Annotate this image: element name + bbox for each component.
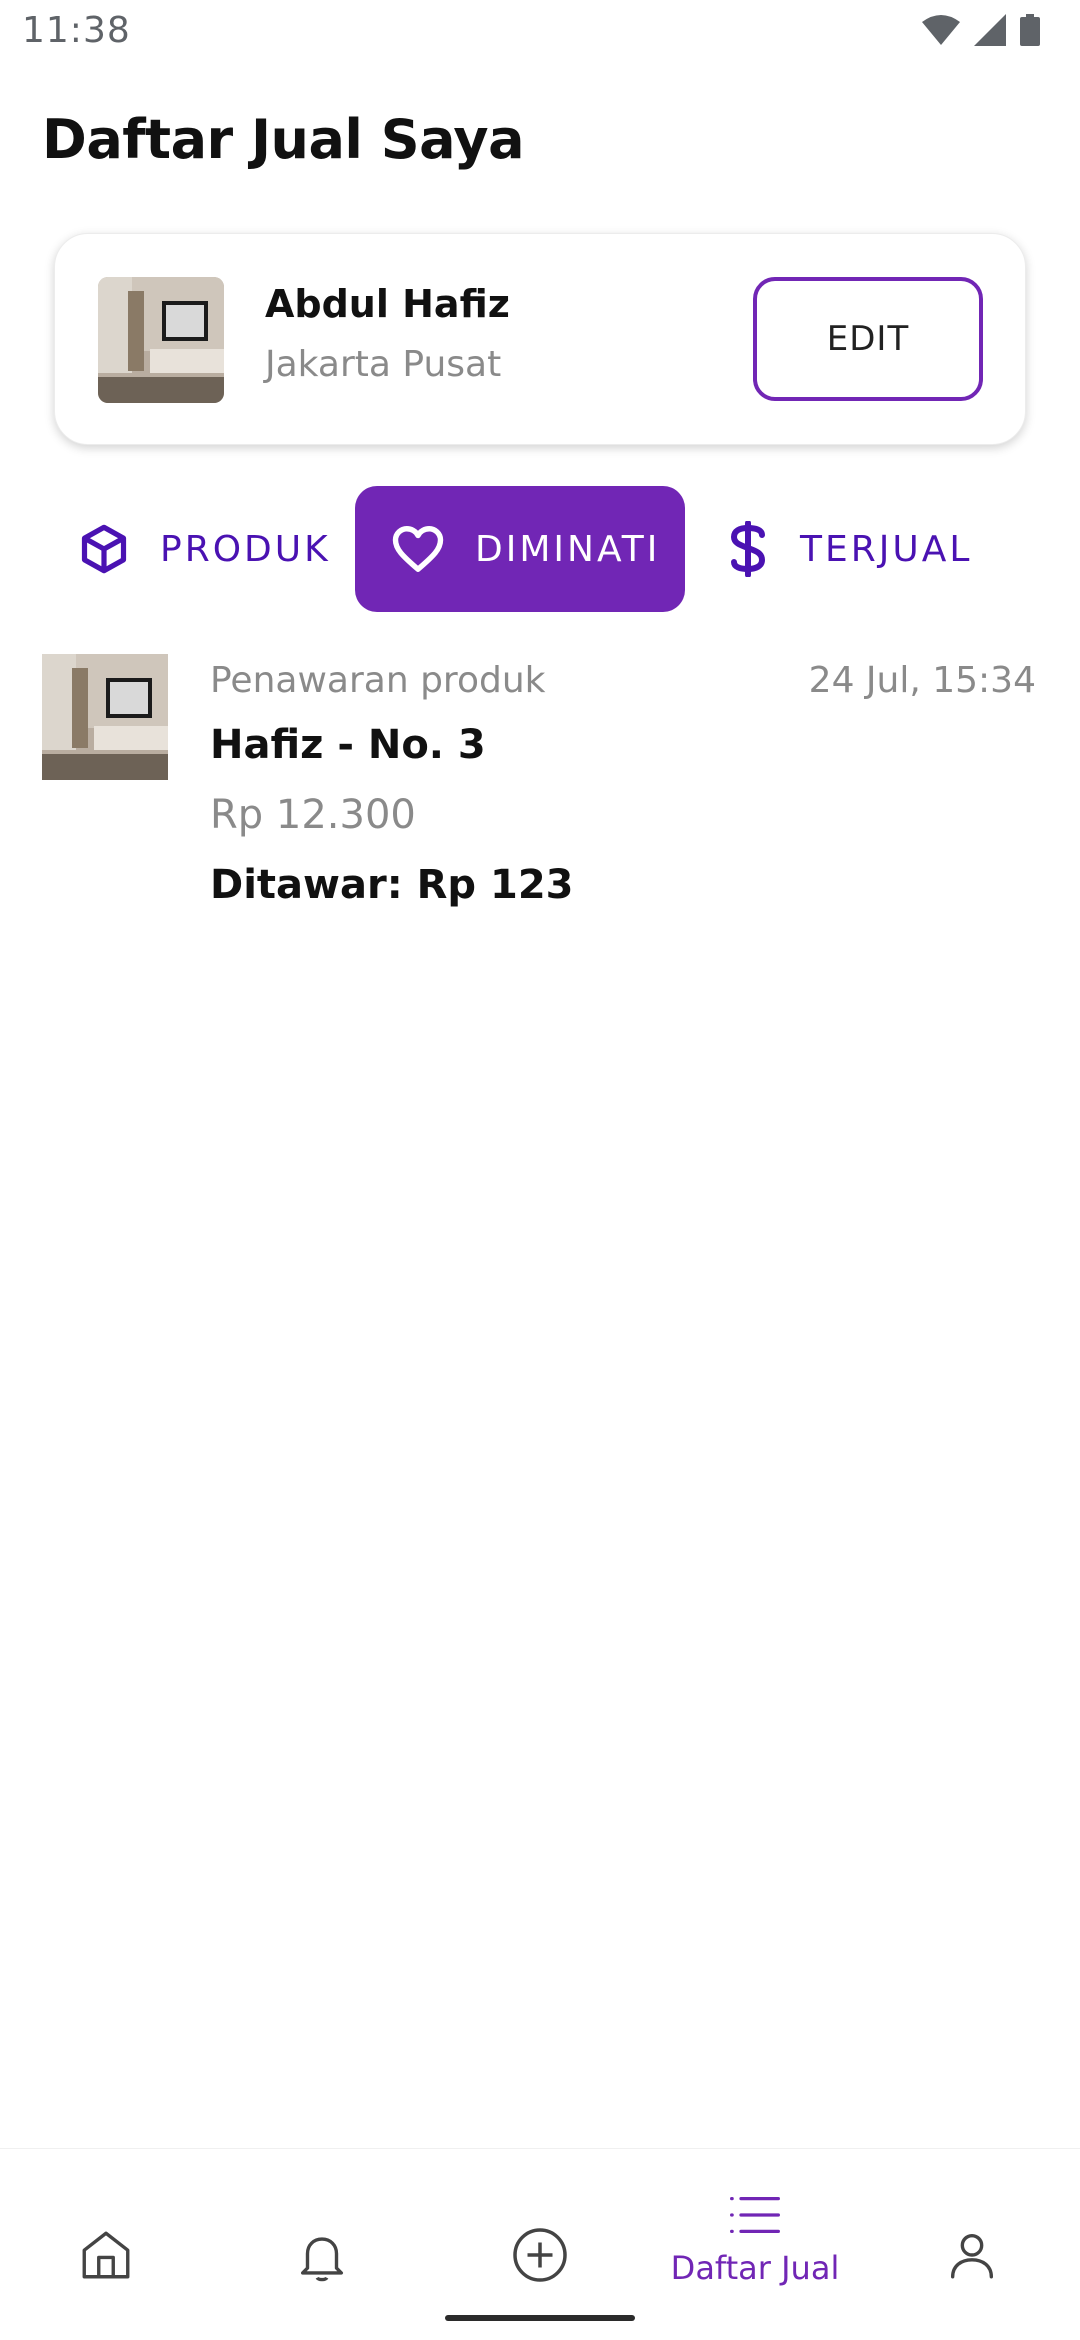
page-title: Daftar Jual Saya xyxy=(42,108,525,171)
offer-list-item[interactable]: Penawaran produk 24 Jul, 15:34 Hafiz - N… xyxy=(0,650,1080,920)
tab-produk-label: PRODUK xyxy=(160,528,331,570)
offer-price: Rp 12.300 xyxy=(210,792,416,838)
seller-city: Jakarta Pusat xyxy=(265,344,502,385)
offer-type: Penawaran produk xyxy=(210,660,546,701)
nav-home[interactable] xyxy=(6,2185,206,2295)
offer-product-thumbnail xyxy=(42,654,168,780)
tab-diminati[interactable]: DIMINATI xyxy=(355,486,685,612)
status-bar: 11:38 xyxy=(0,0,1080,64)
nav-sell[interactable] xyxy=(440,2185,640,2295)
nav-daftar-jual-label: Daftar Jual xyxy=(670,2249,840,2287)
offer-product-name: Hafiz - No. 3 xyxy=(210,722,486,768)
offer-bid: Ditawar: Rp 123 xyxy=(210,862,574,908)
nav-notifications[interactable] xyxy=(222,2185,422,2295)
nav-account[interactable] xyxy=(872,2185,1072,2295)
home-indicator[interactable] xyxy=(445,2315,635,2321)
user-icon xyxy=(943,2225,1001,2289)
cell-signal-icon xyxy=(974,14,1006,46)
home-icon xyxy=(77,2225,135,2289)
seller-avatar xyxy=(98,277,224,403)
dollar-icon xyxy=(726,521,770,577)
seller-name: Abdul Hafiz xyxy=(265,282,510,326)
nav-daftar-jual[interactable]: Daftar Jual xyxy=(655,2185,855,2295)
seller-card: Abdul Hafiz Jakarta Pusat EDIT xyxy=(54,233,1026,445)
list-icon xyxy=(727,2191,783,2243)
edit-button[interactable]: EDIT xyxy=(753,277,983,401)
heart-icon xyxy=(391,524,445,574)
box-icon xyxy=(78,523,130,575)
status-icons xyxy=(922,14,1040,46)
tab-produk[interactable]: PRODUK xyxy=(78,486,331,612)
page: 11:38 Daftar Jual Saya Abdul Hafiz Jakar… xyxy=(0,0,1080,2340)
bottom-nav: Daftar Jual xyxy=(0,2148,1080,2340)
bell-icon xyxy=(293,2225,351,2291)
tab-terjual[interactable]: TERJUAL xyxy=(726,486,972,612)
status-time: 11:38 xyxy=(22,10,131,51)
wifi-icon xyxy=(922,15,960,45)
offer-timestamp: 24 Jul, 15:34 xyxy=(808,660,1036,701)
tab-diminati-label: DIMINATI xyxy=(475,528,661,570)
plus-circle-icon xyxy=(510,2225,570,2289)
battery-icon xyxy=(1020,14,1040,46)
tab-terjual-label: TERJUAL xyxy=(800,528,973,570)
